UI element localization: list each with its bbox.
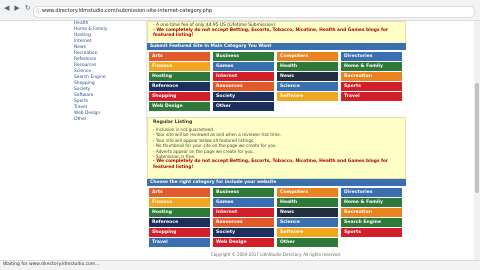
category-button[interactable]: Arts — [149, 188, 210, 197]
scrollbar-thumb[interactable] — [475, 83, 479, 193]
category-button[interactable]: Home & Family — [341, 62, 402, 71]
featured-category-grid: Arts Business Computers Directories Finance G… — [149, 52, 407, 111]
category-button[interactable]: Directories — [341, 188, 402, 197]
category-button[interactable]: Computers — [277, 52, 338, 61]
category-button[interactable]: Arts — [149, 52, 210, 61]
category-button[interactable]: Home & Family — [341, 198, 402, 207]
category-sidebar: Health Home & Family Hosting Internet News Re… — [70, 21, 147, 143]
category-button[interactable]: Health — [277, 62, 338, 71]
category-button[interactable]: Business — [213, 188, 274, 197]
nav-buttons: ◀ ▶ ↻ — [4, 4, 31, 12]
category-button[interactable]: Resources — [213, 218, 274, 227]
address-text[interactable]: www.directory.ldmstudio.com/submission-s… — [42, 8, 212, 14]
category-button[interactable]: Recreation — [341, 208, 402, 217]
category-button[interactable]: Web Design — [213, 238, 274, 247]
category-button[interactable]: Reference — [149, 218, 210, 227]
choose-category-grid: Arts Business Computers Directories Finance G… — [149, 188, 407, 247]
category-button[interactable]: Games — [213, 198, 274, 207]
category-button[interactable]: Games — [213, 62, 274, 71]
regular-title: Regular Listing — [153, 120, 193, 125]
category-button[interactable]: News — [277, 72, 338, 81]
featured-heading: Submit Featured Site In Main Category Yo… — [147, 43, 406, 50]
category-button[interactable]: Software — [277, 228, 338, 237]
category-button[interactable]: Recreation — [341, 72, 402, 81]
sidebar-link[interactable]: Other — [70, 117, 146, 123]
category-button[interactable]: News — [277, 208, 338, 217]
category-button[interactable]: Sports — [341, 82, 402, 91]
category-button[interactable]: Computers — [277, 188, 338, 197]
category-button[interactable]: Society — [213, 228, 274, 237]
copyright-footer: Copyright © 2004-2017 LdmStudio Director… — [210, 252, 342, 257]
category-button[interactable]: Sports — [341, 228, 402, 237]
reload-icon[interactable]: ↻ — [25, 4, 31, 12]
category-button[interactable]: Internet — [213, 72, 274, 81]
category-button[interactable]: Shopping — [149, 228, 210, 237]
regular-listing-box: Regular Listing - Inclusion is not guara… — [147, 117, 406, 179]
category-button[interactable]: Society — [213, 92, 274, 101]
browser-toolbar: ◀ ▶ ↻ ⓘ www.directory.ldmstudio.com/subm… — [0, 0, 480, 21]
category-button[interactable]: Science — [277, 82, 338, 91]
category-button[interactable]: Business — [213, 52, 274, 61]
status-text: Waiting for www.directory.ldmstudio.com.… — [3, 262, 100, 267]
choose-heading: Choose the right category for include yo… — [147, 179, 406, 186]
category-button[interactable]: Web Design — [149, 102, 210, 111]
category-button[interactable]: Reference — [149, 82, 210, 91]
regular-warning: - We completely do not accept Betting, E… — [153, 159, 389, 170]
category-button[interactable]: Directories — [341, 52, 402, 61]
warning-text: - We completely do not accept Betting, E… — [153, 28, 389, 39]
category-button[interactable]: Other — [213, 102, 274, 111]
category-button[interactable]: Other — [277, 238, 338, 247]
category-button[interactable]: Hosting — [149, 208, 210, 217]
category-button[interactable]: Shopping — [149, 92, 210, 101]
address-bar[interactable]: ⓘ www.directory.ldmstudio.com/submission… — [33, 6, 475, 18]
back-icon[interactable]: ◀ — [4, 4, 9, 12]
status-bar: Waiting for www.directory.ldmstudio.com.… — [0, 260, 480, 270]
category-button[interactable]: Software — [277, 92, 338, 101]
info-icon[interactable]: ⓘ — [36, 8, 41, 15]
regular-lines: - Inclusion is not guaranteed. - Your sit… — [153, 127, 400, 170]
forward-icon[interactable]: ▶ — [14, 4, 19, 12]
category-button[interactable]: Internet — [213, 208, 274, 217]
category-button[interactable]: Hosting — [149, 72, 210, 81]
category-button[interactable]: Travel — [149, 238, 210, 247]
category-button[interactable]: Travel — [341, 92, 402, 101]
page-scrollbar[interactable] — [474, 21, 480, 261]
category-button[interactable]: Science — [277, 218, 338, 227]
category-button[interactable]: Search Engine — [341, 218, 402, 227]
category-button[interactable]: Finance — [149, 62, 210, 71]
featured-notice: - A one time fee of only $4.95 US (Lifet… — [147, 21, 406, 44]
category-button[interactable]: Finance — [149, 198, 210, 207]
category-button[interactable]: Resources — [213, 82, 274, 91]
category-button[interactable]: Health — [277, 198, 338, 207]
